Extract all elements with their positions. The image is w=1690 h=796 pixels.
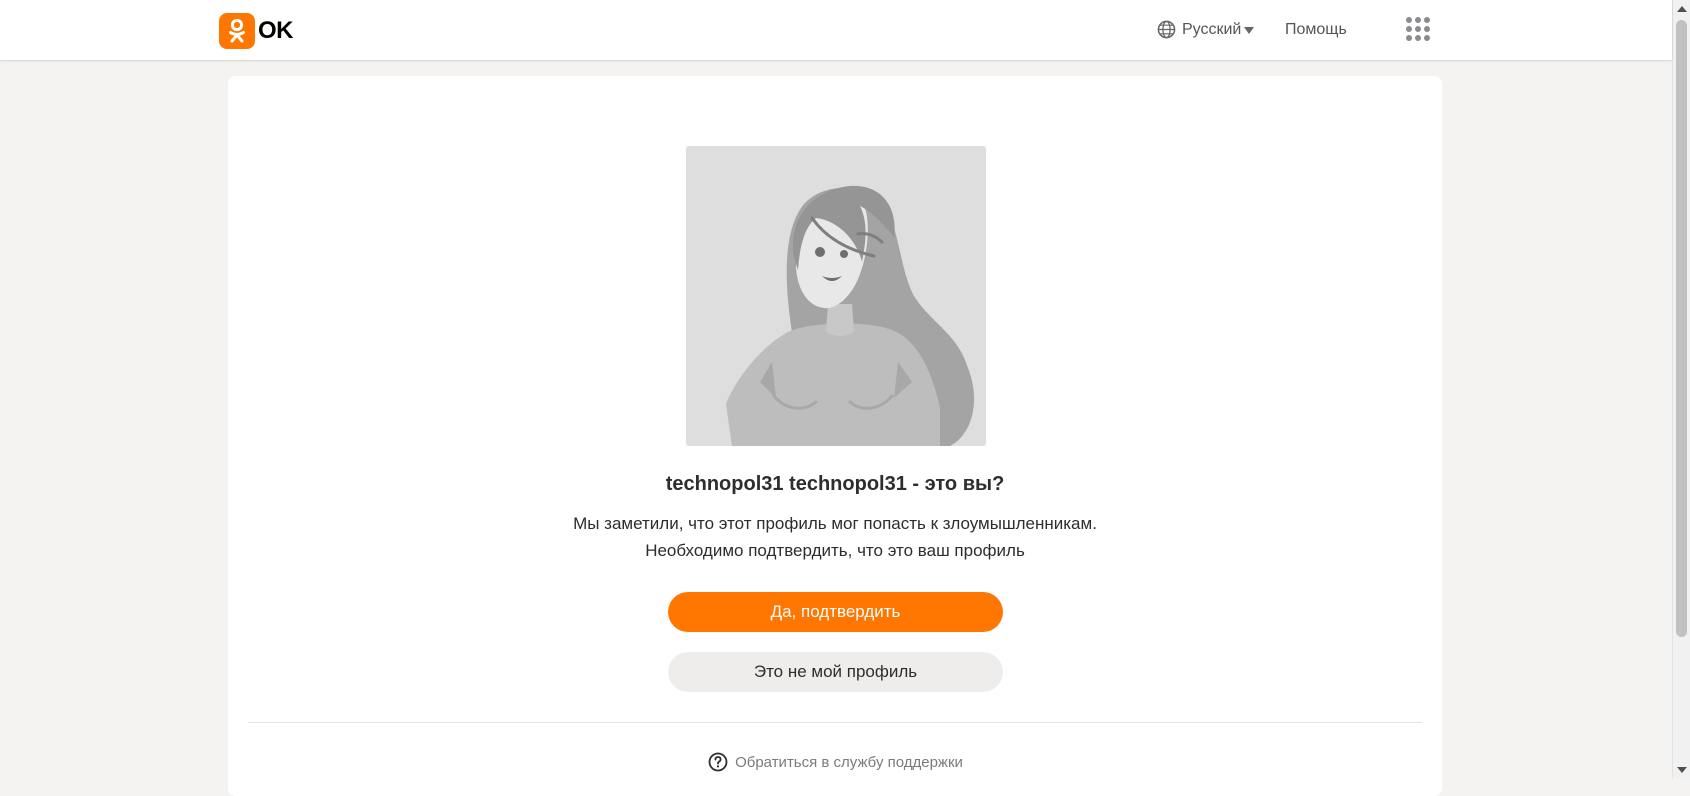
apps-dot	[1415, 26, 1421, 32]
apps-dot	[1415, 17, 1421, 23]
globe-icon	[1157, 20, 1176, 39]
apps-dot	[1424, 26, 1430, 32]
confirm-button[interactable]: Да, подтвердить	[668, 592, 1003, 632]
profile-description: Мы заметили, что этот профиль мог попаст…	[228, 510, 1442, 564]
apps-dot	[1424, 17, 1430, 23]
not-my-profile-button[interactable]: Это не мой профиль	[668, 652, 1003, 692]
caret-down-icon	[1243, 25, 1255, 35]
apps-dot	[1406, 26, 1412, 32]
profile-question-title: technopol31 technopol31 - это вы?	[665, 473, 1005, 495]
apps-dot	[1424, 35, 1430, 41]
logo-text: OK	[258, 17, 294, 44]
scrollbar-thumb[interactable]	[1676, 20, 1687, 637]
contact-support-link[interactable]: Обратиться в службу поддержки	[708, 752, 963, 772]
apps-dot	[1406, 35, 1412, 41]
divider	[248, 722, 1422, 723]
scroll-down-arrow-icon[interactable]	[1677, 767, 1687, 773]
language-selector[interactable]: Русский	[1157, 20, 1255, 39]
description-line-2: Необходимо подтвердить, что это ваш проф…	[645, 541, 1025, 560]
confirm-profile-card: technopol31 technopol31 - это вы? Мы зам…	[228, 76, 1442, 796]
ok-logo[interactable]: OK	[219, 13, 294, 49]
default-avatar-female	[686, 146, 986, 446]
page-scrollbar[interactable]	[1672, 0, 1690, 779]
apps-dot	[1406, 17, 1412, 23]
apps-dot	[1415, 35, 1421, 41]
ok-logo-icon	[219, 13, 255, 49]
help-link[interactable]: Помощь	[1285, 21, 1347, 39]
language-label: Русский	[1182, 20, 1242, 38]
support-label: Обратиться в службу поддержки	[735, 753, 963, 771]
scroll-up-arrow-icon[interactable]	[1677, 6, 1687, 12]
top-header: OK Русский Помощь	[0, 0, 1672, 60]
apps-grid-icon[interactable]	[1406, 17, 1430, 41]
description-line-1: Мы заметили, что этот профиль мог попаст…	[573, 514, 1097, 533]
question-circle-icon	[708, 752, 728, 772]
